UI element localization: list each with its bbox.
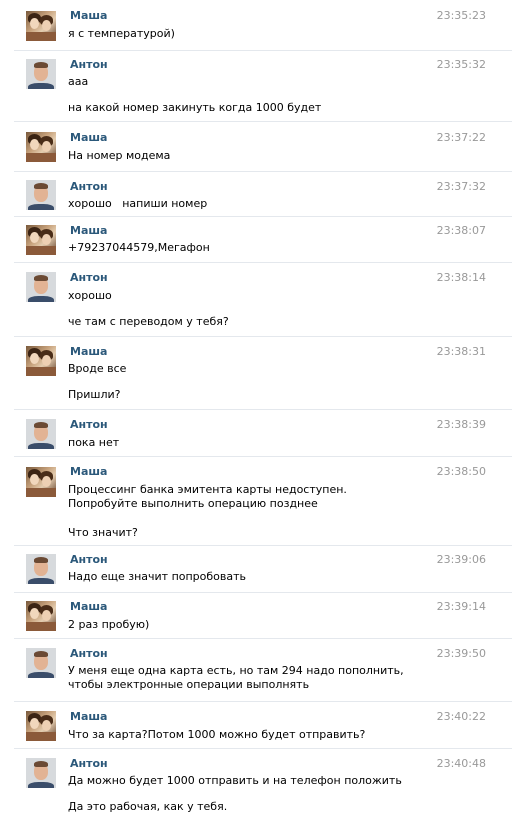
message-time[interactable]: 23:38:14 xyxy=(437,271,486,284)
avatar-masha[interactable] xyxy=(26,346,56,376)
divider xyxy=(14,262,512,263)
author-name[interactable]: Маша xyxy=(70,224,107,237)
message-time[interactable]: 23:35:32 xyxy=(437,58,486,71)
message-text: Что значит? xyxy=(68,526,138,539)
author-name[interactable]: Маша xyxy=(70,9,107,22)
author-name[interactable]: Антон xyxy=(70,647,108,660)
author-name[interactable]: Антон xyxy=(70,271,108,284)
message-time[interactable]: 23:40:22 xyxy=(437,710,486,723)
message-time[interactable]: 23:38:07 xyxy=(437,224,486,237)
avatar-masha[interactable] xyxy=(26,225,56,255)
avatar-anton[interactable] xyxy=(26,59,56,89)
author-name[interactable]: Маша xyxy=(70,345,107,358)
divider xyxy=(14,592,512,593)
message-time[interactable]: 23:38:39 xyxy=(437,418,486,431)
avatar-masha[interactable] xyxy=(26,601,56,631)
author-name[interactable]: Антон xyxy=(70,757,108,770)
avatar-masha[interactable] xyxy=(26,711,56,741)
divider xyxy=(14,171,512,172)
divider xyxy=(14,409,512,410)
message-text: На номер модема xyxy=(68,149,171,162)
message-text: Да можно будет 1000 отправить и на телеф… xyxy=(68,774,402,787)
message-time[interactable]: 23:37:22 xyxy=(437,131,486,144)
avatar-anton[interactable] xyxy=(26,419,56,449)
divider xyxy=(14,545,512,546)
message-time[interactable]: 23:40:48 xyxy=(437,757,486,770)
message-text: Пришли? xyxy=(68,388,121,401)
message-text: хорошо напиши номер xyxy=(68,197,208,210)
message-time[interactable]: 23:38:31 xyxy=(437,345,486,358)
author-name[interactable]: Антон xyxy=(70,180,108,193)
avatar-masha[interactable] xyxy=(26,132,56,162)
divider xyxy=(14,701,512,702)
message-text: Надо еще значит попробовать xyxy=(68,570,247,583)
avatar-masha[interactable] xyxy=(26,11,56,41)
message-time[interactable]: 23:35:23 xyxy=(437,9,486,22)
message-time[interactable]: 23:39:14 xyxy=(437,600,486,613)
divider xyxy=(14,638,512,639)
author-name[interactable]: Антон xyxy=(70,418,108,431)
author-name[interactable]: Антон xyxy=(70,553,108,566)
avatar-anton[interactable] xyxy=(26,758,56,788)
divider xyxy=(14,748,512,749)
divider xyxy=(14,456,512,457)
message-time[interactable]: 23:37:32 xyxy=(437,180,486,193)
author-name[interactable]: Маша xyxy=(70,465,107,478)
message-text: ааа xyxy=(68,75,89,88)
message-text: У меня еще одна карта есть, но там 294 н… xyxy=(68,664,404,691)
author-name[interactable]: Антон xyxy=(70,58,108,71)
avatar-masha[interactable] xyxy=(26,467,56,497)
author-name[interactable]: Маша xyxy=(70,710,107,723)
avatar-anton[interactable] xyxy=(26,272,56,302)
message-time[interactable]: 23:39:50 xyxy=(437,647,486,660)
author-name[interactable]: Маша xyxy=(70,131,107,144)
divider xyxy=(14,336,512,337)
avatar-anton[interactable] xyxy=(26,180,56,210)
message-text: я с температурой) xyxy=(68,27,175,40)
divider xyxy=(14,216,512,217)
message-text: 2 раз пробую) xyxy=(68,618,150,631)
message-time[interactable]: 23:38:50 xyxy=(437,465,486,478)
message-text: хорошо xyxy=(68,289,112,302)
message-text: +79237044579,Мегафон xyxy=(68,241,210,254)
message-text: Процессинг банка эмитента карты недоступ… xyxy=(68,483,347,510)
message-time[interactable]: 23:39:06 xyxy=(437,553,486,566)
message-text: Вроде все xyxy=(68,362,127,375)
message-text: Да это рабочая, как у тебя. xyxy=(68,800,228,813)
message-text: на какой номер закинуть когда 1000 будет xyxy=(68,101,322,114)
message-text: Что за карта?Потом 1000 можно будет отпр… xyxy=(68,728,366,741)
avatar-anton[interactable] xyxy=(26,554,56,584)
author-name[interactable]: Маша xyxy=(70,600,107,613)
divider xyxy=(14,121,512,122)
avatar-anton[interactable] xyxy=(26,648,56,678)
message-text: пока нет xyxy=(68,436,120,449)
message-text: че там с переводом у тебя? xyxy=(68,315,229,328)
divider xyxy=(14,50,512,51)
